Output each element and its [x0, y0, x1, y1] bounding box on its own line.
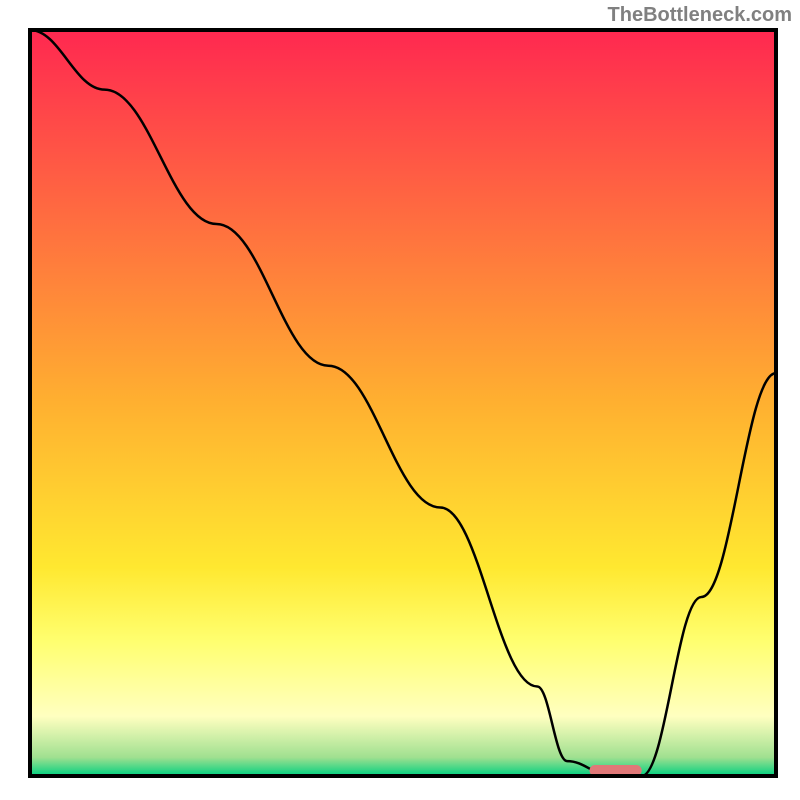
chart-container: TheBottleneck.com: [0, 0, 800, 800]
chart-svg: [0, 0, 800, 800]
gradient-background: [30, 30, 776, 776]
watermark-text: TheBottleneck.com: [608, 4, 792, 27]
plot-area: [30, 30, 776, 776]
